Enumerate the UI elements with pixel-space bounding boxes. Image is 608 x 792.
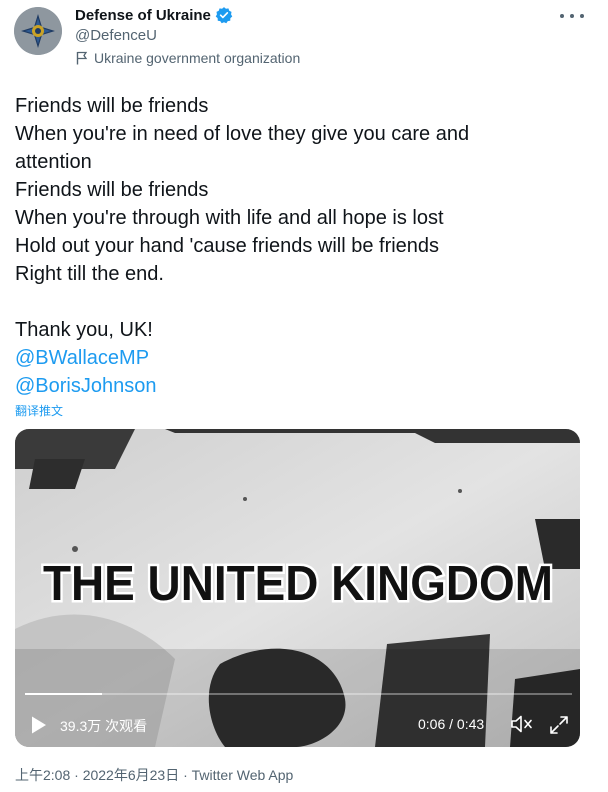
video-progress-bar[interactable] <box>25 693 572 695</box>
fullscreen-icon[interactable] <box>548 714 570 736</box>
verified-badge-icon <box>215 7 233 24</box>
video-time: 0:06 / 0:43 <box>418 716 485 732</box>
ukraine-mod-emblem-icon <box>14 7 62 55</box>
mention-link[interactable]: @BorisJohnson <box>15 372 590 400</box>
video-overlay-title: THE UNITED KINGDOM <box>0 546 608 621</box>
tweet-line: When you're through with life and all ho… <box>15 207 444 229</box>
more-options-button[interactable] <box>560 6 584 26</box>
tweet-meta: 上午2:08 · 2022年6月23日 · Twitter Web App <box>15 767 294 783</box>
more-dot-icon <box>580 14 584 18</box>
tweet-line: When you're in need of love they give yo… <box>15 123 470 145</box>
video-progress-fill <box>25 693 102 695</box>
tweet-line: attention <box>15 151 92 173</box>
tweet-thanks: Thank you, UK! <box>15 319 153 341</box>
author-handle[interactable]: @DefenceU <box>75 27 157 44</box>
government-label: Ukraine government organization <box>76 50 300 66</box>
government-label-text: Ukraine government organization <box>94 50 301 66</box>
play-icon[interactable] <box>30 715 48 735</box>
tweet-line: Right till the end. <box>15 263 164 285</box>
mention-link[interactable]: @BWallaceMP <box>15 344 590 372</box>
tweet-line: Hold out your hand 'cause friends will b… <box>15 235 440 257</box>
video-overlay-title-text: THE UNITED KINGDOM <box>43 557 553 611</box>
author-name-row[interactable]: Defense of Ukraine <box>75 6 233 24</box>
flag-icon <box>76 51 88 65</box>
translate-tweet-link[interactable]: 翻译推文 <box>15 402 63 419</box>
volume-muted-icon[interactable] <box>510 713 534 735</box>
view-count: 39.3万 次观看 <box>60 718 148 734</box>
tweet-line: Friends will be friends <box>15 95 209 117</box>
avatar[interactable] <box>14 7 62 55</box>
author-display-name[interactable]: Defense of Ukraine <box>75 7 211 24</box>
tweet-line: Friends will be friends <box>15 179 209 201</box>
more-dot-icon <box>570 14 574 18</box>
tweet-text: Friends will be friends When you're in n… <box>15 92 590 400</box>
video-overlay-title-svg: THE UNITED KINGDOM <box>41 555 556 614</box>
more-dot-icon <box>560 14 564 18</box>
